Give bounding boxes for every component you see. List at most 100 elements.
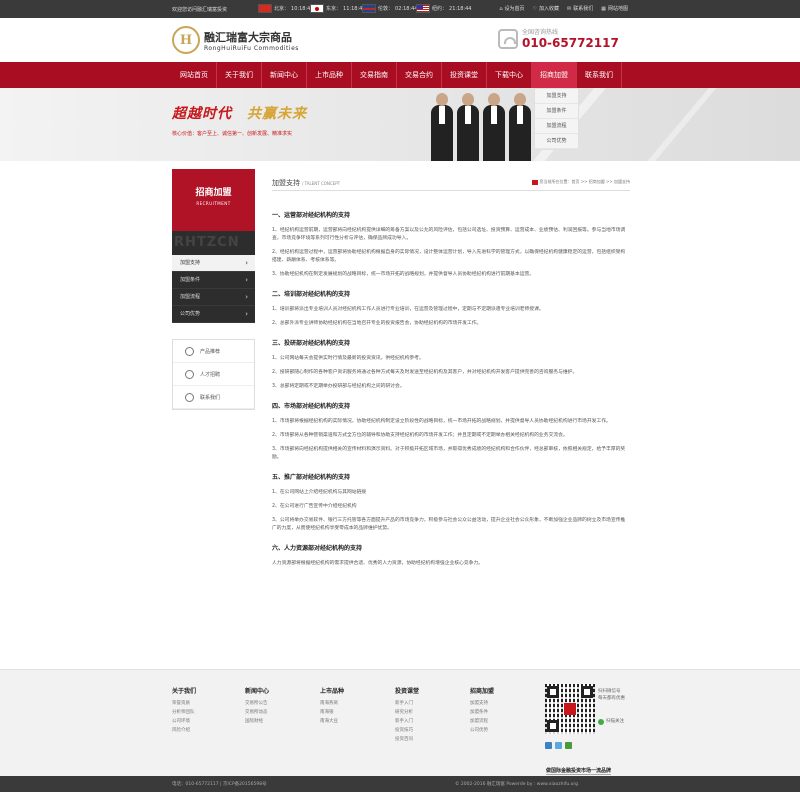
article: 一、运营部对经纪机构的支持 1、经纪机构运营前期，运营部将向经纪机构提供详细的筹… <box>272 191 630 568</box>
footer-link[interactable]: 公司环境 <box>172 717 196 726</box>
nav-classroom[interactable]: 投资课堂 <box>442 62 487 88</box>
sidebar-watermark: RHTZCN <box>172 231 255 255</box>
banner-tagline: 核心价值：客户至上、诚信第一、创新发展、精准求实 <box>172 131 293 137</box>
nav-contact[interactable]: 联系我们 <box>577 62 622 88</box>
phone-icon <box>185 392 194 402</box>
content: 招商加盟 RECRUITMENT RHTZCN 加盟支持 › 加盟条件 › 加盟流程… <box>0 161 800 676</box>
title-bar: 加盟支持 / TALENT CONCEPT 您当前所在位置：首页 >> 招商加盟 … <box>272 169 630 191</box>
nav-franchise[interactable]: 招商加盟 <box>532 62 577 88</box>
nav-about[interactable]: 关于我们 <box>217 62 262 88</box>
hotline-label: 全国咨询热线 <box>522 29 559 36</box>
footer-link[interactable]: 交易所公告 <box>245 699 269 708</box>
clock-london: 伦敦： 02:18:44 <box>362 4 417 13</box>
footer-link[interactable]: 南海银 <box>320 708 344 717</box>
paragraph: 1、公司网站每天会提供实时行情及最新的投资资讯，供经纪机构参考。 <box>272 356 424 361</box>
nav-download[interactable]: 下载中心 <box>487 62 532 88</box>
sidebar-item-conditions[interactable]: 加盟条件 › <box>172 272 255 289</box>
nav-home[interactable]: 网站首页 <box>172 62 217 88</box>
header: H 融汇瑞富大宗商品 RongHuiRuiFu Commodities 全国咨询… <box>0 18 800 62</box>
footer-link[interactable]: 交易所动态 <box>245 708 269 717</box>
footer-link[interactable]: 新手入门 <box>395 717 419 726</box>
footer-link[interactable]: 加盟支持 <box>470 699 494 708</box>
tencent-weibo-icon[interactable] <box>555 742 562 749</box>
qzone-icon[interactable] <box>545 742 552 749</box>
logo[interactable]: H 融汇瑞富大宗商品 RongHuiRuiFu Commodities <box>172 26 299 54</box>
paragraph: 3、公司将举办交易软件、银行三方托管等各方面提升产品的市场竞争力，积极参与社会公… <box>272 518 626 531</box>
set-homepage-link[interactable]: ⌂ 设为首页 <box>499 5 524 13</box>
paragraph: 2、市场部将从各种营销渠道和方式全方位的辅导和协助支持经纪机构的市场开发工作；并… <box>272 433 568 438</box>
paragraph: 1、经纪机构运营前期，运营部将向经纪机构提供详细的筹备方案以及公允的风险评估，包… <box>272 228 626 241</box>
clock-tokyo: 东京： 11:18:44 <box>310 4 365 13</box>
footer-slogan: 做国际金融投资市场一流品牌 <box>546 768 612 775</box>
jp-flag-icon <box>310 4 324 13</box>
sidebar: 招商加盟 RECRUITMENT RHTZCN 加盟支持 › 加盟条件 › 加盟流程… <box>172 169 255 410</box>
gear-icon <box>185 346 194 356</box>
clock-beijing: 北京： 10:18:44 <box>258 4 313 13</box>
sidebar-item-support[interactable]: 加盟支持 › <box>172 255 255 272</box>
nav-guide[interactable]: 交易指南 <box>352 62 397 88</box>
logo-mark-icon: H <box>172 26 200 54</box>
footer-link[interactable]: 公司优势 <box>470 726 494 735</box>
footer-col-news: 新闻中心 交易所公告 交易所动态 国际财经 <box>245 688 270 726</box>
nav-news[interactable]: 新闻中心 <box>262 62 307 88</box>
dropdown-item-conditions[interactable]: 加盟条件 <box>535 104 578 119</box>
home-icon <box>531 179 538 185</box>
sidebar-item-advantages[interactable]: 公司优势 › <box>172 306 255 323</box>
footer-link[interactable]: 加盟流程 <box>470 717 494 726</box>
wechat-share-icon[interactable] <box>565 742 572 749</box>
paragraph: 2、在公司进行广告宣传中介绍经纪机构 <box>272 504 357 509</box>
main-column: 加盟支持 / TALENT CONCEPT 您当前所在位置：首页 >> 招商加盟 … <box>272 169 630 574</box>
footer-link[interactable]: 分析师团队 <box>172 708 196 717</box>
sidebar-header: 招商加盟 RECRUITMENT <box>172 169 255 231</box>
footer-link[interactable]: 南海大豆 <box>320 717 344 726</box>
nav-contracts[interactable]: 交易合约 <box>397 62 442 88</box>
page: 欢迎您访问融汇瑞富投资 北京： 10:18:44 东京： 11:18:44 伦敦： 0… <box>0 0 800 792</box>
section-heading: 六、人力资源部对经纪机构的支持 <box>272 545 363 552</box>
paragraph: 3、市场部将向经纪机构提供相关的宣传材料和演示资料。对于积极开拓区域市场，并取得… <box>272 447 626 460</box>
quick-link-jobs[interactable]: 人才招聘 <box>173 363 254 386</box>
footer-link[interactable]: 风险介绍 <box>172 726 196 735</box>
paragraph: 1、在公司网站上介绍经纪机构与其网站链接 <box>272 490 367 495</box>
bottom-bar: 电话：010-65772117 | 京ICP备20156598号 © 2002-… <box>0 776 800 792</box>
footer-link[interactable]: 国际财经 <box>245 717 269 726</box>
quick-link-products[interactable]: 产品推荐 <box>173 340 254 363</box>
logo-en: RongHuiRuiFu Commodities <box>204 44 299 52</box>
dropdown-item-support[interactable]: 加盟支持 <box>535 89 578 104</box>
footer-link[interactable]: 研究分析 <box>395 708 419 717</box>
nav-products[interactable]: 上市品种 <box>307 62 352 88</box>
dropdown-item-advantages[interactable]: 公司优势 <box>535 134 578 149</box>
dropdown-item-process[interactable]: 加盟流程 <box>535 119 578 134</box>
people-icon <box>185 369 194 379</box>
uk-flag-icon <box>362 4 376 13</box>
footer-col-classroom: 投资课堂 新手入门 研究分析 新手入门 投资技巧 投资百问 <box>395 688 420 744</box>
footer-link[interactable]: 加盟条件 <box>470 708 494 717</box>
footer-link[interactable]: 荣誉资质 <box>172 699 196 708</box>
section-heading: 一、运营部对经纪机构的支持 <box>272 212 351 219</box>
banner-slogan: 超越时代 共赢未来 <box>172 106 307 122</box>
welcome-text: 欢迎您访问融汇瑞富投资 <box>172 7 228 13</box>
main-nav: 网站首页 关于我们 新闻中心 上市品种 交易指南 交易合约 投资课堂 下载中心 … <box>0 62 800 88</box>
chevron-right-icon: › <box>245 276 248 284</box>
paragraph: 人力资源部将根据经纪机构的需求提供合适、优秀的人力资源，协助经纪机构增强企业核心… <box>272 561 484 566</box>
contact-link[interactable]: ✉ 联系我们 <box>567 5 593 13</box>
sitemap-link[interactable]: ▦ 网站地图 <box>601 5 628 13</box>
footer-link[interactable]: 南海燕窝 <box>320 699 344 708</box>
logo-cn: 融汇瑞富大宗商品 <box>204 30 292 44</box>
sidebar-item-process[interactable]: 加盟流程 › <box>172 289 255 306</box>
quick-link-contact[interactable]: 联系我们 <box>173 386 254 409</box>
paragraph: 2、经纪机构运营过程中，运营部将协助经纪机构根据自身的实际情况，设计整体运营计划… <box>272 250 626 263</box>
section-heading: 二、培训部对经纪机构的支持 <box>272 291 351 298</box>
add-favorite-link[interactable]: ♡ 加入收藏 <box>533 5 560 13</box>
copyright-right: © 2002-2016 融汇瑞富 Powerde by : www.xiaozh… <box>455 782 578 787</box>
follow-wechat[interactable]: 扫描关注 <box>598 718 625 725</box>
footer-link[interactable]: 投资百问 <box>395 735 419 744</box>
copyright-left: 电话：010-65772117 | 京ICP备20156598号 <box>172 782 267 787</box>
phone-icon <box>498 28 518 49</box>
paragraph: 2、投研部随心制作的各种客户资讯服务将通过各种方式每天及时发送至经纪机构及其客户… <box>272 370 578 375</box>
footer-link[interactable]: 新手入门 <box>395 699 419 708</box>
footer-link[interactable]: 投资技巧 <box>395 726 419 735</box>
footer-col-about: 关于我们 荣誉资质 分析师团队 公司环境 风险介绍 <box>172 688 197 735</box>
chevron-right-icon: › <box>245 293 248 301</box>
section-heading: 五、推广部对经纪机构的支持 <box>272 474 351 481</box>
breadcrumb[interactable]: 您当前所在位置：首页 >> 招商加盟 >> 加盟支持 <box>531 179 630 185</box>
